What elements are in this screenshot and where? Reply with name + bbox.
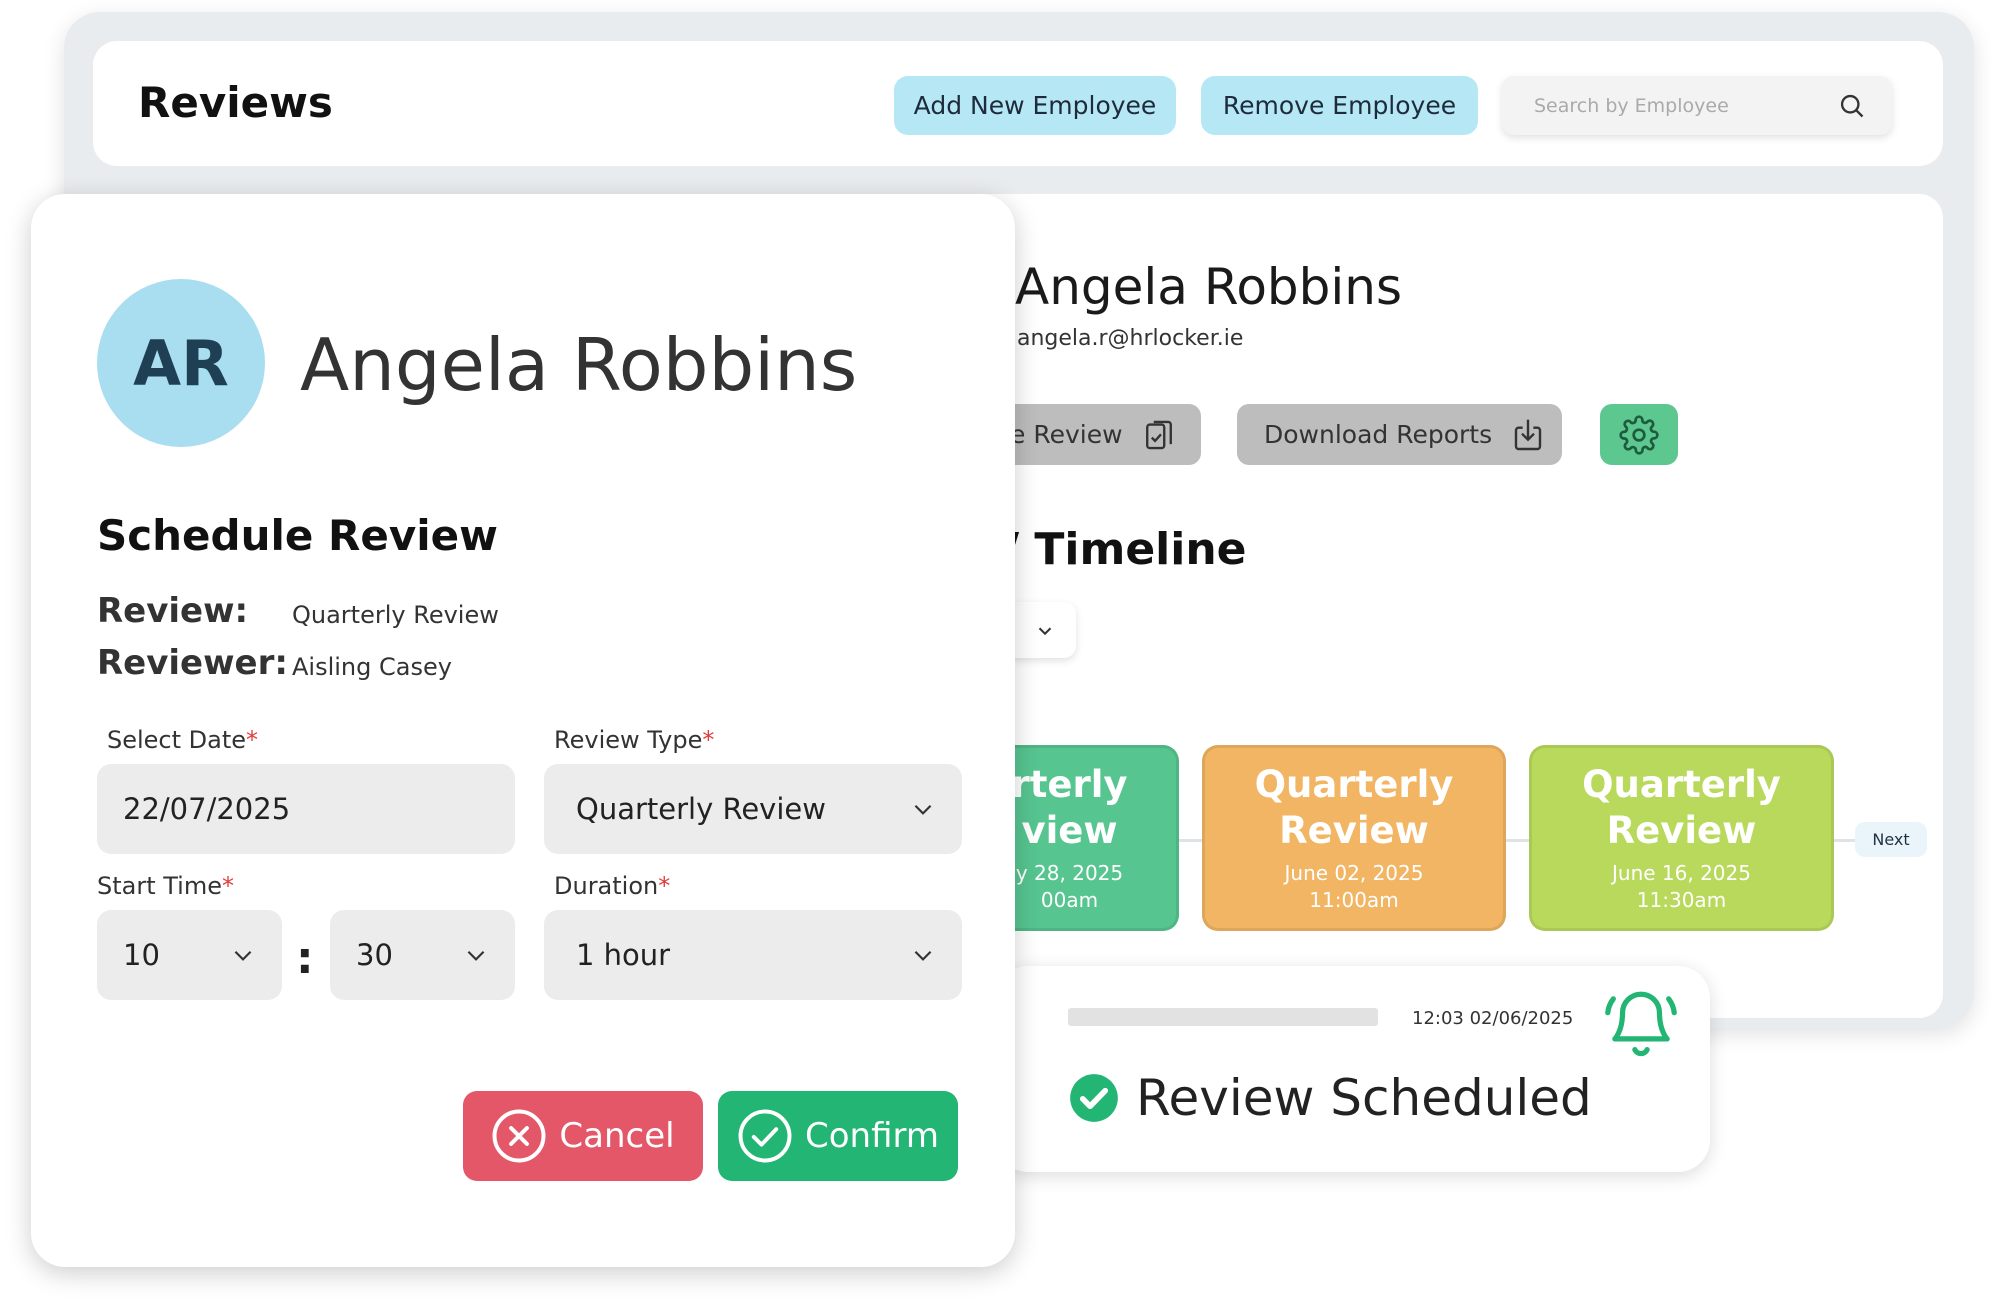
review-card-title: rterly view (1011, 762, 1127, 854)
cancel-button[interactable]: Cancel (463, 1091, 703, 1181)
duration-label-text: Duration (554, 872, 659, 900)
required-marker: * (658, 872, 671, 900)
duration-value: 1 hour (576, 938, 671, 972)
download-reports-button[interactable]: Download Reports (1237, 404, 1562, 465)
modal-heading: Schedule Review (97, 511, 498, 560)
confirm-button[interactable]: Confirm (718, 1091, 958, 1181)
timeline-review-card[interactable]: Quarterly Review June 02, 2025 11:00am (1202, 745, 1506, 931)
chevron-down-icon (914, 950, 932, 961)
check-circle-icon (1070, 1074, 1118, 1122)
review-card-time: 11:00am (1309, 888, 1399, 912)
add-new-employee-button[interactable]: Add New Employee (894, 76, 1176, 135)
search-box (1502, 76, 1892, 135)
confirm-label: Confirm (804, 1116, 939, 1156)
review-card-time: 00am (1040, 888, 1099, 912)
start-minute-value: 30 (356, 938, 393, 972)
review-card-datetime: y 28, 2025 00am (1016, 860, 1123, 914)
duration-select[interactable]: 1 hour (544, 910, 962, 1000)
review-card-title-line2: view (1021, 809, 1118, 852)
settings-button[interactable] (1600, 404, 1678, 465)
time-separator: : (296, 933, 314, 984)
review-type-label-text: Review Type (554, 726, 703, 754)
review-type-select[interactable]: Quarterly Review (544, 764, 962, 854)
chevron-down-icon (1038, 627, 1052, 636)
review-type-value: Quarterly Review (576, 792, 826, 826)
review-card-title-line1: rterly (1011, 763, 1128, 806)
review-card-date: y 28, 2025 (1015, 861, 1124, 885)
chevron-down-icon (234, 950, 252, 961)
review-card-title-line2: Review (1279, 809, 1429, 852)
chevron-down-icon (467, 950, 485, 961)
cancel-label: Cancel (559, 1116, 675, 1156)
page-title: Reviews (138, 78, 333, 127)
notification-text: Review Scheduled (1136, 1069, 1592, 1127)
search-input[interactable] (1532, 93, 1838, 118)
start-hour-select[interactable]: 10 (97, 910, 282, 1000)
timeline-heading: / Timeline (1003, 524, 1247, 575)
reviewer-value: Aisling Casey (292, 653, 452, 681)
review-card-title-line1: Quarterly (1582, 763, 1781, 806)
remove-employee-button[interactable]: Remove Employee (1201, 76, 1478, 135)
chevron-down-icon (914, 804, 932, 815)
select-date-label: Select Date* (107, 726, 258, 754)
select-date-label-text: Select Date (107, 726, 247, 754)
start-time-label-text: Start Time (97, 872, 222, 900)
timeline-next-button[interactable]: Next (1855, 822, 1927, 857)
notification-message: Review Scheduled (1068, 1069, 1592, 1127)
check-circle-icon (738, 1109, 792, 1163)
gear-icon (1619, 414, 1659, 455)
review-label: Review: (97, 591, 249, 631)
employee-email: angela.r@hrlocker.ie (1017, 326, 1244, 351)
review-card-datetime: June 02, 2025 11:00am (1285, 860, 1424, 914)
review-card-time: 11:30am (1636, 888, 1727, 912)
search-icon[interactable] (1838, 92, 1866, 120)
reviewer-label: Reviewer: (97, 643, 288, 683)
review-type-label: Review Type* (554, 726, 714, 754)
review-card-datetime: June 16, 2025 11:30am (1612, 860, 1751, 914)
select-date-field[interactable]: 22/07/2025 (97, 764, 515, 854)
review-value: Quarterly Review (292, 601, 499, 629)
clipboard-icon (1145, 420, 1172, 449)
required-marker: * (246, 726, 259, 754)
review-card-title: Quarterly Review (1255, 762, 1454, 854)
notification-placeholder-bar (1068, 1008, 1378, 1026)
review-card-date: June 02, 2025 (1284, 861, 1424, 885)
select-date-value: 22/07/2025 (123, 792, 291, 826)
modal-employee-name: Angela Robbins (300, 323, 858, 407)
notification-timestamp: 12:03 02/06/2025 (1412, 1008, 1574, 1029)
start-hour-value: 10 (123, 938, 160, 972)
review-card-title: Quarterly Review (1582, 762, 1781, 854)
start-time-label: Start Time* (97, 872, 234, 900)
download-reports-label: Download Reports (1264, 420, 1493, 449)
close-circle-icon (492, 1109, 546, 1163)
schedule-review-label: e Review (1010, 420, 1123, 449)
duration-label: Duration* (554, 872, 670, 900)
download-icon (1514, 419, 1542, 450)
bell-icon (1605, 991, 1677, 1057)
start-minute-select[interactable]: 30 (330, 910, 515, 1000)
required-marker: * (702, 726, 715, 754)
timeline-review-card[interactable]: Quarterly Review June 16, 2025 11:30am (1529, 745, 1834, 931)
review-card-date: June 16, 2025 (1612, 861, 1751, 885)
review-card-title-line1: Quarterly (1254, 763, 1454, 806)
review-card-title-line2: Review (1606, 809, 1757, 852)
employee-name: Angela Robbins (1015, 258, 1403, 316)
avatar: AR (97, 279, 265, 447)
required-marker: * (222, 872, 234, 900)
